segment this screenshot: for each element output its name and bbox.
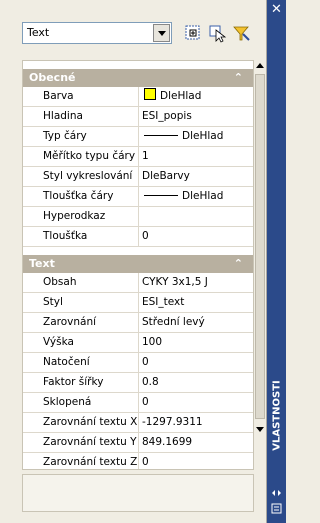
grid-top-spacer xyxy=(23,61,253,69)
property-value[interactable]: DleHlad xyxy=(139,187,253,206)
property-label: Hyperodkaz xyxy=(35,207,139,226)
palette-title: VLASTNOSTI xyxy=(271,380,283,451)
property-value[interactable]: 0 xyxy=(139,353,253,372)
property-row-meritko[interactable]: Měřítko typu čáry 1 xyxy=(23,147,253,167)
description-pane xyxy=(22,474,254,512)
property-value[interactable]: 849.1699 xyxy=(139,433,253,452)
property-row-hladina[interactable]: Hladina ESI_popis xyxy=(23,107,253,127)
property-value[interactable]: -1297.9311 xyxy=(139,413,253,432)
property-label: Zarovnání textu Z xyxy=(35,453,139,469)
section-header-general[interactable]: Obecné ⌃ xyxy=(23,69,253,87)
section-text-rows: Obsah CYKY 3x1,5 J Styl ESI_text Zarovná… xyxy=(23,273,253,469)
auto-hide-icon[interactable] xyxy=(271,488,282,498)
pickadd-icon xyxy=(185,25,200,40)
linetype-sample-icon xyxy=(144,135,178,136)
property-label: Tloušťka xyxy=(35,227,139,246)
close-icon[interactable]: ✕ xyxy=(271,2,282,17)
property-value[interactable]: 0 xyxy=(139,453,253,469)
property-value[interactable]: 100 xyxy=(139,333,253,352)
property-row-typ-cary[interactable]: Typ čáry DleHlad xyxy=(23,127,253,147)
property-label: Hladina xyxy=(35,107,139,126)
property-row-zarovnani-z[interactable]: Zarovnání textu Z 0 xyxy=(23,453,253,469)
palette-title-bar[interactable]: ✕ VLASTNOSTI xyxy=(267,0,286,523)
property-row-tloustka[interactable]: Tloušťka 0 xyxy=(23,227,253,247)
property-value[interactable]: ESI_text xyxy=(139,293,253,312)
collapse-icon[interactable]: ⌃ xyxy=(234,255,243,273)
property-value[interactable]: 0.8 xyxy=(139,373,253,392)
section-title: Text xyxy=(29,257,55,270)
color-swatch-icon xyxy=(144,88,156,100)
property-value[interactable] xyxy=(139,207,253,226)
property-label: Tloušťka čáry xyxy=(35,187,139,206)
toggle-pickadd-button[interactable] xyxy=(182,22,204,44)
property-value[interactable]: DleHlad xyxy=(139,87,253,106)
property-value[interactable]: 0 xyxy=(139,393,253,412)
property-label: Typ čáry xyxy=(35,127,139,146)
object-type-value: Text xyxy=(27,26,50,39)
properties-palette: Text Obecné ⌃ Barva DleHlad Hladina ESI_… xyxy=(0,0,267,523)
property-row-barva[interactable]: Barva DleHlad xyxy=(23,87,253,107)
property-row-styl[interactable]: Styl ESI_text xyxy=(23,293,253,313)
palette-toolbar: Text xyxy=(22,22,262,46)
property-row-zarovnani[interactable]: Zarovnání Střední levý xyxy=(23,313,253,333)
section-header-text[interactable]: Text ⌃ xyxy=(23,255,253,273)
select-objects-button[interactable] xyxy=(206,22,228,44)
quick-select-button[interactable] xyxy=(230,22,252,44)
section-spacer xyxy=(23,247,253,255)
property-value[interactable]: CYKY 3x1,5 J xyxy=(139,273,253,292)
scroll-down-icon[interactable] xyxy=(256,427,264,432)
property-row-vyska[interactable]: Výška 100 xyxy=(23,333,253,353)
property-label: Styl xyxy=(35,293,139,312)
properties-menu-icon[interactable] xyxy=(271,503,282,514)
property-value[interactable]: DleBarvy xyxy=(139,167,253,186)
property-row-styl-vykreslovani[interactable]: Styl vykreslování DleBarvy xyxy=(23,167,253,187)
property-row-zarovnani-x[interactable]: Zarovnání textu X -1297.9311 xyxy=(23,413,253,433)
property-value[interactable]: ESI_popis xyxy=(139,107,253,126)
property-row-hyperodkaz[interactable]: Hyperodkaz xyxy=(23,207,253,227)
property-label: Natočení xyxy=(35,353,139,372)
scroll-thumb[interactable] xyxy=(255,74,265,419)
property-value[interactable]: 1 xyxy=(139,147,253,166)
property-label: Výška xyxy=(35,333,139,352)
property-label: Styl vykreslování xyxy=(35,167,139,186)
properties-grid: Obecné ⌃ Barva DleHlad Hladina ESI_popis… xyxy=(22,60,254,470)
property-label: Zarovnání textu X xyxy=(35,413,139,432)
section-title: Obecné xyxy=(29,71,76,84)
property-row-obsah[interactable]: Obsah CYKY 3x1,5 J xyxy=(23,273,253,293)
property-value[interactable]: 0 xyxy=(139,227,253,246)
property-label: Obsah xyxy=(35,273,139,292)
property-label: Zarovnání xyxy=(35,313,139,332)
collapse-icon[interactable]: ⌃ xyxy=(234,69,243,87)
property-row-faktor-sirky[interactable]: Faktor šířky 0.8 xyxy=(23,373,253,393)
scroll-up-icon[interactable] xyxy=(256,63,264,68)
select-objects-icon xyxy=(209,25,227,43)
property-label: Barva xyxy=(35,87,139,106)
property-row-zarovnani-y[interactable]: Zarovnání textu Y 849.1699 xyxy=(23,433,253,453)
property-label: Faktor šířky xyxy=(35,373,139,392)
property-value[interactable]: DleHlad xyxy=(139,127,253,146)
property-row-sklopena[interactable]: Sklopená 0 xyxy=(23,393,253,413)
quick-select-icon xyxy=(233,26,250,41)
property-label: Sklopená xyxy=(35,393,139,412)
section-general-rows: Barva DleHlad Hladina ESI_popis Typ čáry… xyxy=(23,87,253,247)
property-row-natoceni[interactable]: Natočení 0 xyxy=(23,353,253,373)
property-label: Měřítko typu čáry xyxy=(35,147,139,166)
vertical-scrollbar[interactable] xyxy=(254,60,266,470)
object-type-select[interactable]: Text xyxy=(22,22,172,44)
property-value[interactable]: Střední levý xyxy=(139,313,253,332)
property-row-tloustka-cary[interactable]: Tloušťka čáry DleHlad xyxy=(23,187,253,207)
lineweight-sample-icon xyxy=(144,195,178,196)
property-label: Zarovnání textu Y xyxy=(35,433,139,452)
chevron-down-icon[interactable] xyxy=(153,24,170,42)
